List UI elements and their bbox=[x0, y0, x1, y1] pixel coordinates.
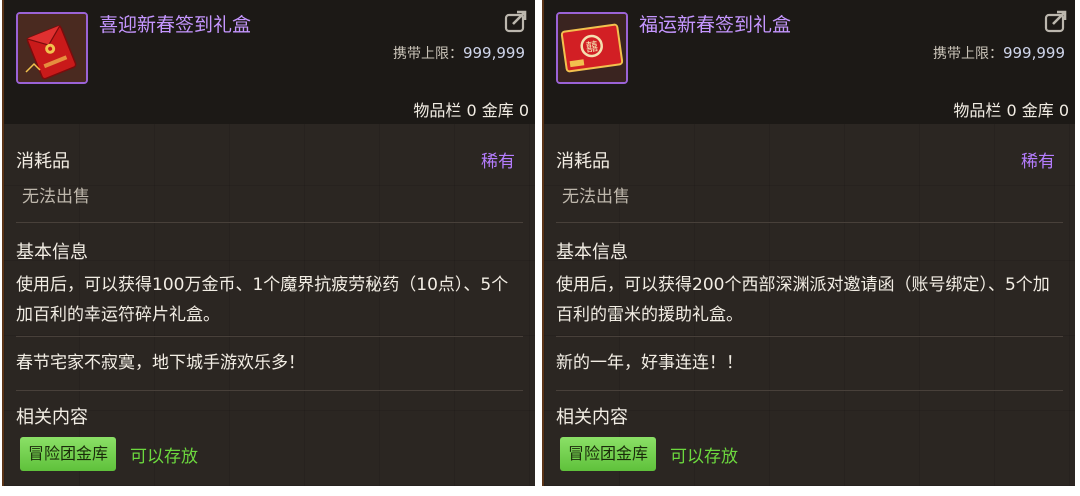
stock-count: 物品栏 0 金库 0 bbox=[953, 101, 1069, 120]
item-icon-frame: 囍 bbox=[556, 12, 628, 84]
flavor-text: 春节宅家不寂寞，地下城手游欢乐多！ bbox=[16, 353, 305, 373]
carry-limit: 携带上限：999,999 bbox=[393, 43, 525, 63]
carry-limit-label: 携带上限： bbox=[392, 46, 463, 62]
carry-limit-label: 携带上限： bbox=[932, 46, 1003, 62]
carry-limit: 携带上限：999,999 bbox=[933, 43, 1065, 63]
divider bbox=[556, 390, 1063, 391]
item-icon-frame bbox=[16, 12, 88, 84]
item-tooltip-right: 囍 福运新春签到礼盒 携带上限：999,999 物品栏 0 金库 0 消耗品 稀… bbox=[542, 0, 1075, 486]
divider bbox=[556, 222, 1063, 223]
share-icon[interactable] bbox=[1043, 8, 1069, 34]
carry-limit-value: 999,999 bbox=[1002, 44, 1065, 62]
basic-info-heading: 基本信息 bbox=[556, 242, 628, 263]
related-heading: 相关内容 bbox=[556, 407, 628, 428]
svg-text:囍: 囍 bbox=[585, 39, 599, 55]
item-title: 福运新春签到礼盒 bbox=[639, 14, 792, 36]
divider bbox=[16, 336, 523, 337]
carry-limit-value: 999,999 bbox=[462, 44, 525, 62]
basic-info-heading: 基本信息 bbox=[16, 242, 88, 263]
sell-status: 无法出售 bbox=[22, 187, 90, 207]
storable-status: 可以存放 bbox=[130, 447, 198, 467]
stock-count: 物品栏 0 金库 0 bbox=[413, 101, 529, 120]
item-rarity: 稀有 bbox=[1021, 152, 1055, 172]
item-title: 喜迎新春签到礼盒 bbox=[99, 14, 252, 36]
item-description: 使用后，可以获得200个西部深渊派对邀请函（账号绑定）、5个加百利的雷米的援助礼… bbox=[556, 275, 1050, 325]
red-gift-box-icon: 囍 bbox=[558, 14, 626, 82]
sell-status: 无法出售 bbox=[562, 187, 630, 207]
item-tooltip-left: 喜迎新春签到礼盒 携带上限：999,999 物品栏 0 金库 0 消耗品 稀有 … bbox=[2, 0, 535, 486]
guild-vault-tag[interactable]: 冒险团金库 bbox=[560, 437, 657, 471]
divider bbox=[16, 390, 523, 391]
flavor-text: 新的一年，好事连连！！ bbox=[556, 353, 743, 373]
item-rarity: 稀有 bbox=[481, 152, 515, 172]
divider bbox=[556, 336, 1063, 337]
share-icon[interactable] bbox=[503, 8, 529, 34]
item-category: 消耗品 bbox=[16, 151, 70, 172]
guild-vault-tag[interactable]: 冒险团金库 bbox=[20, 437, 117, 471]
item-category: 消耗品 bbox=[556, 151, 610, 172]
related-heading: 相关内容 bbox=[16, 407, 88, 428]
divider bbox=[16, 222, 523, 223]
item-description: 使用后，可以获得100万金币、1个魔界抗疲劳秘药（10点）、5个加百利的幸运符碎… bbox=[16, 275, 509, 325]
storable-status: 可以存放 bbox=[670, 447, 738, 467]
red-envelope-icon bbox=[18, 14, 86, 82]
